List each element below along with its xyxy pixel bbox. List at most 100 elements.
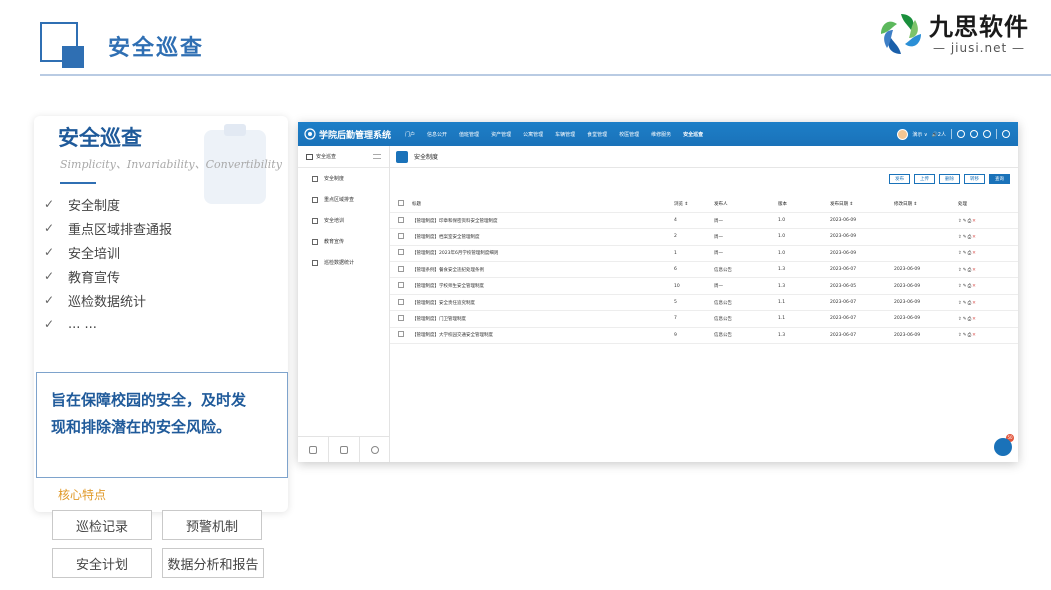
row-modify-date: 2023-06-09	[894, 277, 958, 295]
floating-help-button[interactable]	[994, 438, 1012, 456]
delete-icon[interactable]: ✕	[972, 219, 977, 224]
sidebar-item-key-area[interactable]: 重点区域排查	[298, 189, 389, 210]
delete-icon[interactable]: ✕	[972, 235, 977, 240]
transfer-button[interactable]: 转移	[964, 174, 985, 184]
table-row[interactable]: 【管理制度】2023年6月学校管理制度细则 1 周一 1.0 2023-06-0…	[390, 245, 1018, 263]
row-checkbox[interactable]	[398, 216, 404, 223]
row-actions: ⇪✎⎙✕	[958, 294, 1018, 312]
menu-icon[interactable]	[373, 154, 381, 159]
row-checkbox[interactable]	[398, 249, 404, 256]
row-checkbox[interactable]	[398, 282, 404, 289]
rules-table: 标题 浏览 ⇕ 发布人 版本 发布日期 ⇕ 修改日期 ⇕ 处理 【管理制度】印章…	[390, 196, 1018, 345]
row-title[interactable]: 【管理条例】餐食安全违纪处理条例	[412, 261, 674, 279]
delete-icon[interactable]: ✕	[972, 251, 977, 256]
nav-clinic[interactable]: 校医管理	[613, 131, 645, 138]
row-publish-date: 2023-06-09	[830, 212, 894, 230]
page-title: 安全巡查	[108, 36, 205, 61]
highlight-line-1: 旨在保障校园的安全，及时发	[51, 391, 247, 409]
nav-dorm[interactable]: 公寓管理	[517, 131, 549, 138]
avatar[interactable]	[897, 128, 909, 140]
sidebar-item-education[interactable]: 教育宣传	[298, 231, 389, 252]
row-title[interactable]: 【管理制度】2023年6月学校管理制度细则	[412, 245, 674, 263]
list-item: ✓ 重点区域排查通报	[44, 216, 172, 240]
row-publish-date: 2023-06-07	[830, 327, 894, 345]
forward-icon[interactable]	[970, 130, 978, 138]
system-logo-icon	[304, 128, 316, 140]
refresh-icon[interactable]	[983, 130, 991, 138]
app-window: 学院后勤管理系统 门户 信息公开 值班管理 资产管理 公寓管理 车辆管理 食堂管…	[298, 122, 1018, 462]
select-all-checkbox[interactable]	[398, 199, 404, 206]
home-icon	[306, 153, 313, 160]
column-header[interactable]: 修改日期 ⇕	[894, 196, 958, 213]
table-row[interactable]: 【管理制度】档案室安全管理制度 2 周一 1.0 2023-06-09 ⇪✎⎙✕	[390, 228, 1018, 246]
row-checkbox[interactable]	[398, 298, 404, 305]
column-header[interactable]: 浏览 ⇕	[674, 196, 714, 213]
list-item: ✓ ... ...	[44, 312, 172, 336]
sidebar-item-statistics[interactable]: 巡检数据统计	[298, 252, 389, 273]
back-icon[interactable]	[957, 130, 965, 138]
row-checkbox[interactable]	[398, 331, 404, 338]
nav-vehicle[interactable]: 车辆管理	[549, 131, 581, 138]
grid-icon[interactable]	[329, 437, 360, 462]
row-title[interactable]: 【管理制度】印章和保密资料安全管理制度	[412, 212, 674, 230]
user-icon[interactable]	[298, 437, 329, 462]
row-publisher: 信息公告	[714, 310, 778, 328]
nav-canteen[interactable]: 食堂管理	[581, 131, 613, 138]
row-views: 6	[674, 261, 714, 279]
row-views: 7	[674, 310, 714, 328]
row-publisher: 信息公告	[714, 294, 778, 312]
table-row[interactable]: 【管理条例】餐食安全违纪处理条例 6 信息公告 1.3 2023-06-07 2…	[390, 261, 1018, 279]
list-icon	[312, 238, 318, 245]
upload-button[interactable]: 上传	[914, 174, 935, 184]
row-title[interactable]: 【管理制度】门卫管理制度	[412, 310, 674, 328]
table-row[interactable]: 【管理制度】门卫管理制度 7 信息公告 1.1 2023-06-07 2023-…	[390, 310, 1018, 328]
nav-assets[interactable]: 资产管理	[485, 131, 517, 138]
title-underline	[60, 182, 96, 184]
table-row[interactable]: 【管理制度】安全责任追究制度 5 信息公告 1.1 2023-06-07 202…	[390, 294, 1018, 312]
delete-icon[interactable]: ✕	[972, 268, 977, 273]
publish-button[interactable]: 发布	[889, 174, 910, 184]
sidebar-item-training[interactable]: 安全培训	[298, 210, 389, 231]
nav-duty[interactable]: 值班管理	[453, 131, 485, 138]
row-modify-date: 2023-06-09	[894, 294, 958, 312]
nav-repair[interactable]: 维修服务	[645, 131, 677, 138]
settings-icon[interactable]	[360, 437, 390, 462]
row-modify-date: 2023-06-09	[894, 327, 958, 345]
user-name[interactable]: 演示 ∨	[912, 131, 927, 138]
sidebar-header: 安全巡查	[298, 146, 389, 168]
checkmark-icon: ✓	[44, 269, 55, 283]
sidebar-item-safety-rules[interactable]: 安全制度	[298, 168, 389, 189]
row-title[interactable]: 【管理制度】学校师生安全管理制度	[412, 277, 674, 295]
row-version: 1.1	[778, 310, 830, 328]
table-header-row: 标题 浏览 ⇕ 发布人 版本 发布日期 ⇕ 修改日期 ⇕ 处理	[390, 196, 1018, 213]
table-row[interactable]: 【管理制度】印章和保密资料安全管理制度 4 周一 1.0 2023-06-09 …	[390, 212, 1018, 230]
search-button[interactable]: 查询	[989, 174, 1010, 184]
row-title[interactable]: 【管理制度】大学校园交通安全管理制度	[412, 327, 674, 345]
row-views: 9	[674, 327, 714, 345]
power-icon[interactable]	[1002, 130, 1010, 138]
table-row[interactable]: 【管理制度】学校师生安全管理制度 10 周一 1.3 2023-06-05 20…	[390, 277, 1018, 295]
row-title[interactable]: 【管理制度】档案室安全管理制度	[412, 228, 674, 246]
row-checkbox[interactable]	[398, 314, 404, 321]
row-checkbox[interactable]	[398, 265, 404, 272]
tag-warning-mechanism: 预警机制	[162, 510, 262, 540]
list-item: ✓ 教育宣传	[44, 264, 172, 288]
delete-icon[interactable]: ✕	[972, 284, 977, 289]
column-header[interactable]: 发布日期 ⇕	[830, 196, 894, 213]
core-features-label: 核心特点	[58, 488, 107, 502]
delete-icon[interactable]: ✕	[972, 333, 977, 338]
list-icon	[312, 175, 318, 182]
nav-safety-patrol[interactable]: 安全巡查	[677, 131, 709, 138]
nav-portal[interactable]: 门户	[399, 131, 421, 138]
table-row[interactable]: 【管理制度】大学校园交通安全管理制度 9 信息公告 1.3 2023-06-07…	[390, 327, 1018, 345]
feature-label: ... ...	[68, 316, 97, 332]
row-publisher: 周一	[714, 277, 778, 295]
select-all-cell[interactable]	[390, 196, 412, 213]
delete-button[interactable]: 删除	[939, 174, 960, 184]
row-checkbox[interactable]	[398, 232, 404, 239]
nav-info-public[interactable]: 信息公开	[421, 131, 453, 138]
delete-icon[interactable]: ✕	[972, 301, 977, 306]
row-actions: ⇪✎⎙✕	[958, 245, 1018, 263]
row-title[interactable]: 【管理制度】安全责任追究制度	[412, 294, 674, 312]
delete-icon[interactable]: ✕	[972, 317, 977, 322]
